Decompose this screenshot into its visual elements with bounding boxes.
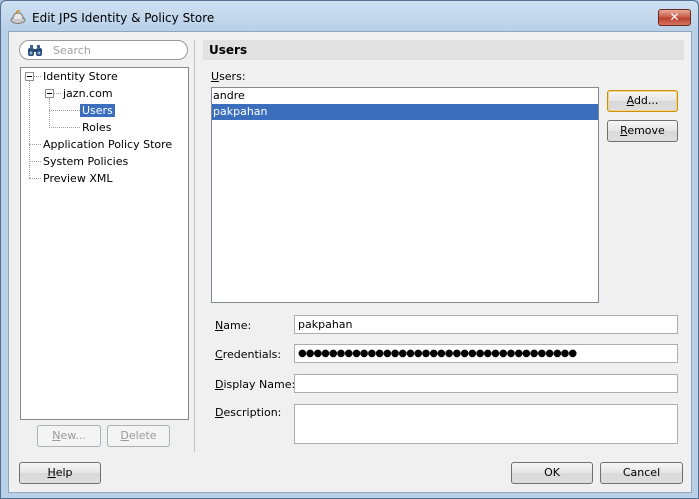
tree-guide-line	[49, 127, 80, 128]
delete-button[interactable]: Delete	[107, 425, 170, 447]
add-button-label: Add...	[626, 94, 659, 107]
window-title: Edit JPS Identity & Policy Store	[32, 11, 215, 25]
users-label: Users:	[211, 70, 246, 83]
collapse-icon[interactable]	[25, 72, 34, 81]
ok-button[interactable]: OK	[511, 462, 593, 484]
name-field[interactable]: pakpahan	[294, 315, 678, 334]
remove-user-button[interactable]: Remove	[607, 120, 678, 142]
tree-guide-line	[29, 178, 41, 179]
remove-button-label: Remove	[620, 124, 665, 137]
dialog-window: Edit JPS Identity & Policy Store ✕ Searc…	[0, 0, 699, 499]
tree-guide-line	[49, 98, 50, 128]
add-user-button[interactable]: Add...	[607, 90, 678, 112]
name-label: Name:	[215, 319, 252, 332]
search-input[interactable]	[53, 43, 181, 57]
cancel-button[interactable]: Cancel	[600, 462, 683, 484]
help-button-label: Help	[47, 466, 73, 479]
title-bar[interactable]: Edit JPS Identity & Policy Store ✕	[1, 1, 698, 33]
ok-button-label: OK	[544, 466, 560, 479]
tree-item-identity-store[interactable]: Identity Store	[41, 69, 120, 84]
tree-item-roles[interactable]: Roles	[80, 120, 113, 135]
tree-item-preview-xml[interactable]: Preview XML	[41, 171, 114, 186]
tree-guide-line	[54, 93, 61, 94]
tree-item-label: Identity Store	[43, 70, 118, 83]
dialog-body: Identity Store jazn.com Users Roles Appl…	[8, 31, 692, 493]
search-box[interactable]	[19, 40, 188, 60]
tree-item-users[interactable]: Users	[80, 103, 115, 118]
list-item[interactable]: pakpahan	[212, 104, 598, 120]
tree-item-label: jazn.com	[63, 87, 113, 100]
app-icon	[10, 10, 26, 24]
tree-item-label: Preview XML	[43, 172, 113, 185]
display-name-field[interactable]	[294, 374, 678, 393]
new-button-label: New...	[52, 429, 86, 442]
display-name-label: Display Name:	[215, 378, 296, 391]
navigation-tree[interactable]: Identity Store jazn.com Users Roles Appl…	[20, 67, 189, 420]
cancel-button-label: Cancel	[622, 466, 661, 479]
binoculars-icon	[28, 45, 42, 56]
tree-item-label: Users	[80, 104, 115, 117]
tree-guide-line	[29, 144, 41, 145]
list-item[interactable]: andre	[212, 88, 598, 104]
help-button[interactable]: Help	[19, 462, 101, 484]
close-button[interactable]: ✕	[658, 9, 691, 26]
tree-item-label: System Policies	[43, 155, 129, 168]
tree-guide-line	[29, 81, 30, 178]
tree-item-realm[interactable]: jazn.com	[61, 86, 115, 101]
tree-guide-line	[29, 161, 41, 162]
tree-item-label: Roles	[82, 121, 112, 134]
close-icon: ✕	[669, 10, 680, 24]
tree-item-system-policies[interactable]: System Policies	[41, 154, 130, 169]
tree-item-label: Application Policy Store	[43, 138, 173, 151]
tree-guide-line	[34, 76, 41, 77]
collapse-icon[interactable]	[45, 89, 54, 98]
pane-splitter[interactable]	[194, 40, 195, 452]
description-field[interactable]	[294, 404, 678, 444]
credentials-field[interactable]: ●●●●●●●●●●●●●●●●●●●●●●●●●●●●●●●●●●●●	[294, 344, 678, 363]
description-label: Description:	[215, 406, 282, 419]
new-button[interactable]: New...	[37, 425, 101, 447]
delete-button-label: Delete	[120, 429, 157, 442]
users-list[interactable]: andre pakpahan	[211, 87, 599, 303]
credentials-label: Credentials:	[215, 348, 282, 361]
tree-item-application-policy-store[interactable]: Application Policy Store	[41, 137, 174, 152]
panel-header: Users	[203, 40, 684, 60]
tree-guide-line	[49, 110, 80, 111]
